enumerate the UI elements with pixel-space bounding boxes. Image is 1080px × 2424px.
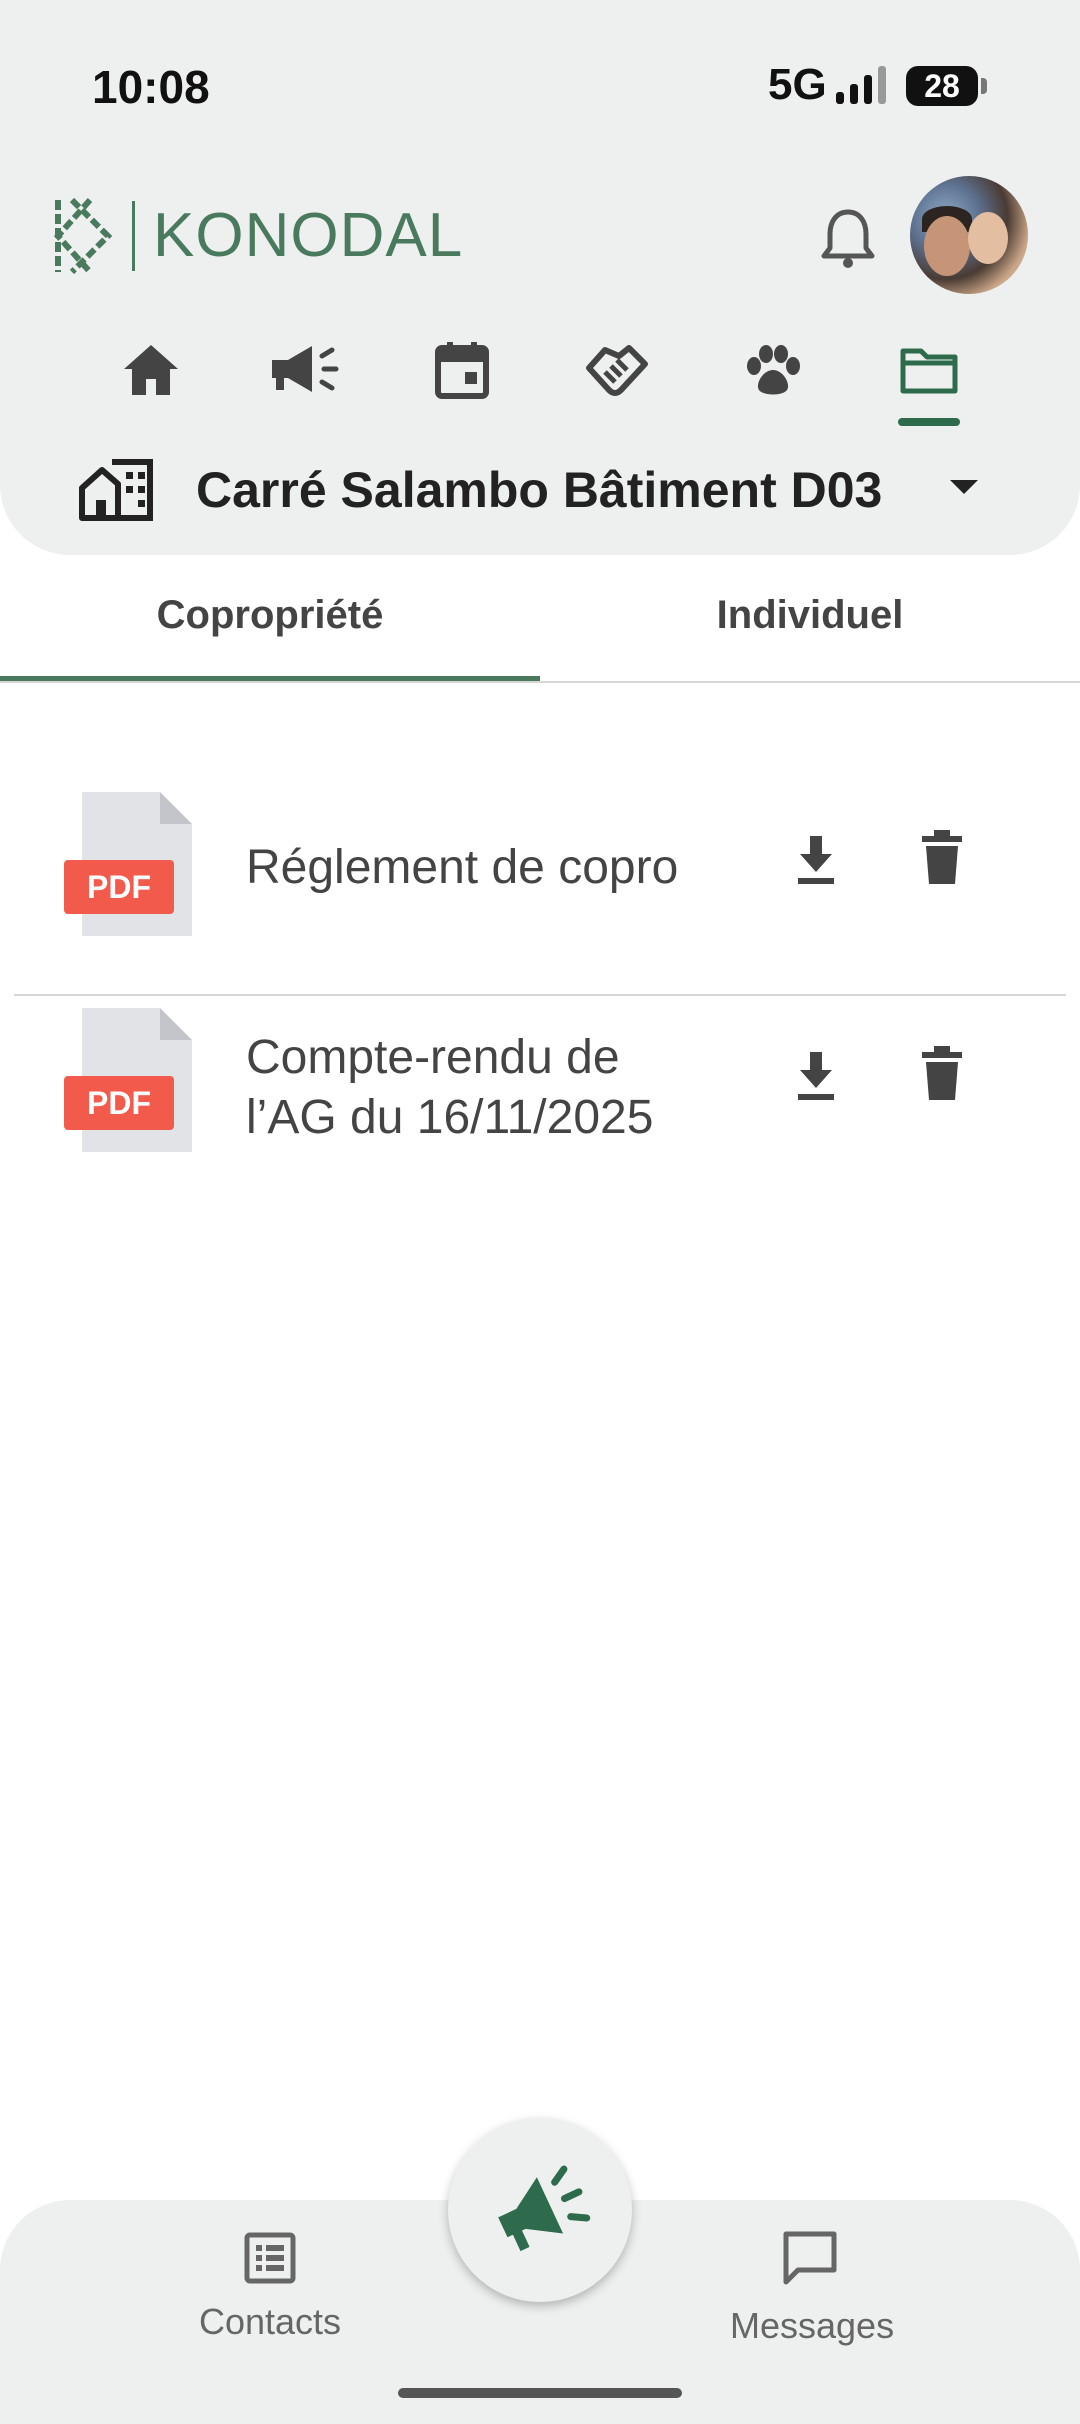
app-logo: KONODAL	[50, 196, 463, 276]
battery-level: 28	[924, 68, 960, 104]
messages-nav[interactable]: Messages	[730, 2230, 895, 2347]
pdf-file-icon: PDF	[64, 1008, 192, 1152]
active-tab-indicator	[898, 418, 960, 426]
battery-tip	[981, 78, 987, 94]
bell-icon[interactable]	[818, 206, 878, 270]
chat-bubble-icon	[783, 2231, 837, 2285]
pdf-file-icon: PDF	[64, 792, 192, 936]
document-title: Compte-rendu de l’AG du 16/11/2025	[246, 1028, 653, 1148]
handshake-icon[interactable]	[577, 330, 657, 410]
building-selector[interactable]: Carré Salambo Bâtiment D03	[78, 455, 1028, 525]
download-icon[interactable]	[792, 832, 840, 888]
contacts-label: Contacts	[198, 2301, 342, 2342]
download-icon[interactable]	[792, 1048, 840, 1104]
tab-individuel[interactable]: Individuel	[540, 555, 1080, 681]
battery-icon: 28	[906, 66, 978, 106]
konodal-logo-icon	[53, 197, 113, 275]
brand-name: KONODAL	[132, 201, 463, 271]
paw-icon[interactable]	[733, 330, 813, 410]
tab-active-indicator	[0, 676, 540, 681]
home-indicator	[398, 2388, 682, 2398]
pdf-label: PDF	[87, 1085, 151, 1121]
tab-copropriete[interactable]: Copropriété	[0, 555, 540, 681]
document-title: Réglement de copro	[246, 841, 679, 894]
building-icon	[79, 459, 153, 521]
trash-icon[interactable]	[918, 1046, 966, 1102]
avatar-face	[968, 212, 1008, 264]
signal-icon	[836, 66, 886, 104]
messages-label: Messages	[730, 2305, 895, 2346]
megaphone-icon[interactable]	[264, 330, 344, 410]
document-title-line: l’AG du 16/11/2025	[246, 1091, 654, 1144]
calendar-icon[interactable]	[422, 330, 502, 410]
top-navigation	[0, 320, 1080, 430]
building-name: Carré Salambo Bâtiment D03	[196, 462, 883, 518]
list-item[interactable]: PDF Réglement de copro	[14, 780, 1066, 996]
trash-icon[interactable]	[918, 830, 966, 886]
list-item[interactable]: PDF Compte-rendu de l’AG du 16/11/2025	[0, 996, 1080, 1212]
document-list: PDF Réglement de copro PDF Compte-rendu …	[0, 780, 1080, 1212]
status-time: 10:08	[92, 61, 210, 113]
avatar-face	[924, 216, 970, 276]
network-type: 5G	[768, 60, 827, 109]
status-bar: 10:08 5G 28	[0, 0, 1080, 170]
document-tabs: Copropriété Individuel	[0, 555, 1080, 683]
app-header: 10:08 5G 28 KONODAL Carré Salambo Bâtime…	[0, 0, 1080, 555]
contacts-icon	[244, 2232, 296, 2284]
avatar[interactable]	[910, 176, 1028, 294]
folder-icon[interactable]	[889, 330, 969, 410]
contacts-nav[interactable]: Contacts	[190, 2232, 350, 2343]
announce-fab-button[interactable]	[448, 2118, 632, 2302]
pdf-label: PDF	[87, 869, 151, 905]
document-title-line: Compte-rendu de	[246, 1031, 620, 1084]
chevron-down-icon[interactable]	[948, 478, 980, 496]
home-icon[interactable]	[111, 330, 191, 410]
megaphone-icon	[498, 2165, 591, 2252]
